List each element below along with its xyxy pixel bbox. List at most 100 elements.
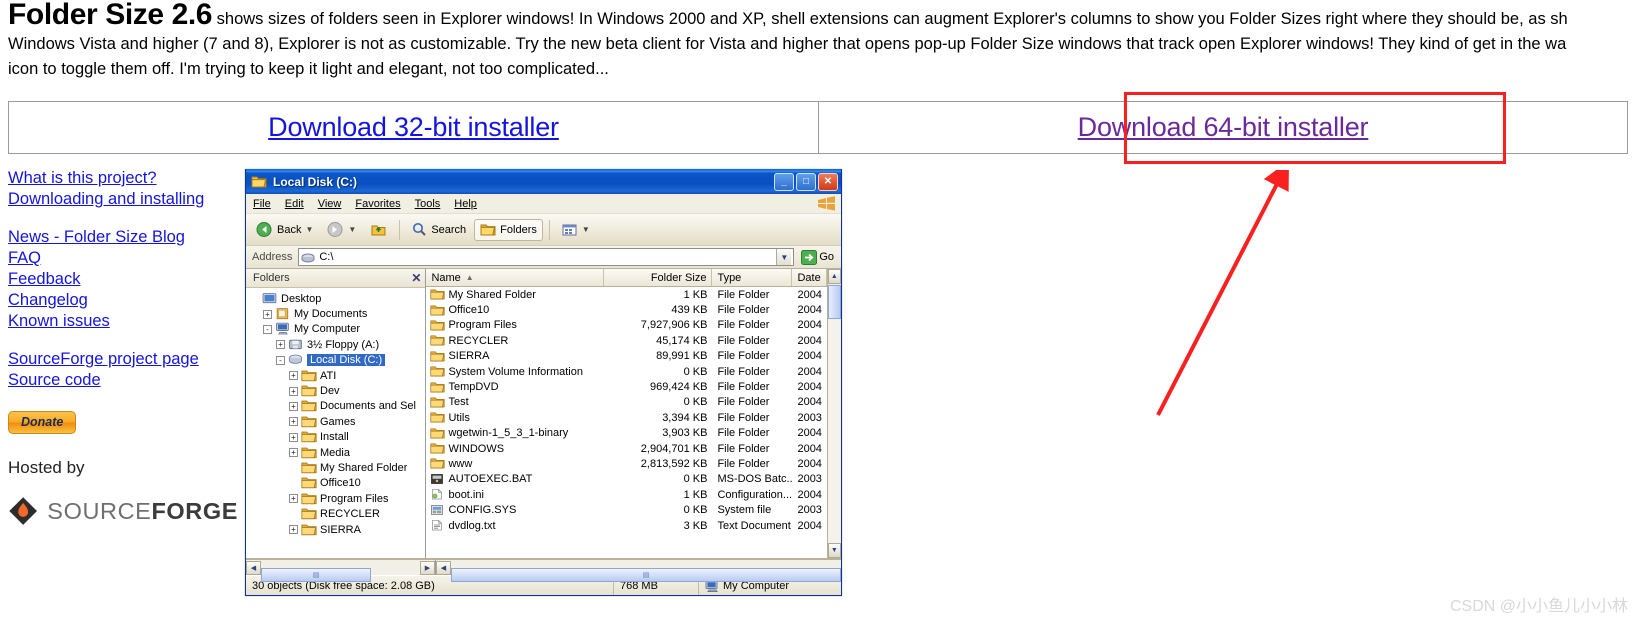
sidebar-link-news-blog[interactable]: News - Folder Size Blog [8,227,238,248]
sidebar-link-faq[interactable]: FAQ [8,248,238,269]
tree-expand-icon[interactable]: + [289,386,298,396]
file-date-cell: 2004 [797,304,822,317]
file-scroll-left-icon[interactable]: ◀ [436,560,451,575]
file-list-row[interactable]: System Volume Information 0 KB File Folder… [426,364,826,379]
tree-node[interactable]: + Install [250,430,425,445]
file-list-row[interactable]: Utils 3,394 KB File Folder 2003 [426,410,826,425]
file-list-row[interactable]: SIERRA 89,991 KB File Folder 2004 [426,349,826,364]
sidebar-link-what-is-this-project[interactable]: What is this project? [8,168,238,189]
tree-node[interactable]: My Shared Folder [250,460,425,475]
menu-item-favorites[interactable]: Favorites [355,198,400,210]
tree-scroll-right-icon[interactable]: ▶ [420,560,435,575]
column-header-date[interactable]: Date [792,269,827,286]
tree-horizontal-scrollbar[interactable]: ◀ ▤ ▶ [246,559,436,582]
tree-node[interactable]: RECYCLER [250,506,425,521]
tree-expand-icon[interactable]: + [289,494,298,504]
column-header-name[interactable]: Name ▲ [426,269,605,286]
sidebar-link-known-issues[interactable]: Known issues [8,311,238,332]
tree-expand-icon[interactable]: + [289,371,298,381]
tree-node[interactable]: + My Documents [250,306,425,321]
address-chevron-down-icon[interactable]: ▼ [776,249,792,265]
file-list-row[interactable]: RECYCLER 45,174 KB File Folder 2004 [426,333,826,348]
address-input[interactable]: C:\ ▼ [298,248,795,266]
download-32bit-link[interactable]: Download 32-bit installer [268,112,559,143]
tree-node[interactable]: - My Computer [250,322,425,337]
file-list-row[interactable]: boot.ini 1 KB Configuration... 2004 [426,487,826,502]
menu-item-tools[interactable]: Tools [415,198,441,210]
back-button[interactable]: Back ▼ [250,218,319,241]
file-horizontal-scrollbar[interactable]: ◀ ▤ [436,559,841,582]
sidebar-link-sourceforge-project[interactable]: SourceForge project page [8,349,238,370]
sidebar-link-feedback[interactable]: Feedback [8,269,238,290]
menu-item-file[interactable]: File [253,198,271,210]
views-chevron-down-icon[interactable]: ▼ [582,225,590,234]
file-list-row[interactable]: www 2,813,592 KB File Folder 2004 [426,456,826,471]
tree-node[interactable]: Office10 [250,476,425,491]
tree-expand-icon[interactable]: + [289,448,298,458]
search-button[interactable]: Search [406,218,472,241]
folders-pane-close-icon[interactable]: ✕ [411,271,421,285]
tree-node[interactable]: + Dev [250,383,425,398]
file-list-row[interactable]: TempDVD 969,424 KB File Folder 2004 [426,379,826,394]
tree-hscroll-thumb[interactable]: ▤ [261,567,371,582]
file-list-vertical-scrollbar[interactable]: ▲ ▼ [826,269,841,558]
file-list-row[interactable]: AUTOEXEC.BAT 0 KB MS-DOS Batc... 2003 [426,472,826,487]
tree-node[interactable]: - Local Disk (C:) [250,353,425,368]
minimize-button[interactable]: _ [774,172,794,191]
file-list-row[interactable]: wgetwin-1_5_3_1-binary 3,903 KB File Folde… [426,426,826,441]
menu-item-edit[interactable]: Edit [285,198,304,210]
views-button[interactable]: ▼ [556,219,596,241]
tree-collapse-icon[interactable]: - [263,324,272,334]
folders-button[interactable]: Folders [474,218,543,241]
tree-scroll-left-icon[interactable]: ◀ [246,560,261,575]
sourceforge-logo[interactable]: SOURCEFORGE [8,494,238,528]
tree-expand-icon[interactable]: + [276,340,285,350]
file-list-row[interactable]: My Shared Folder 1 KB File Folder 2004 [426,287,826,302]
download-32bit-cell[interactable]: Download 32-bit installer [8,101,818,154]
file-list-row[interactable]: CONFIG.SYS 0 KB System file 2003 [426,502,826,517]
forward-button[interactable]: ▼ [321,218,362,241]
file-list-row[interactable]: Test 0 KB File Folder 2004 [426,395,826,410]
file-list-row[interactable]: WINDOWS 2,904,701 KB File Folder 2004 [426,441,826,456]
scroll-down-icon[interactable]: ▼ [827,543,841,558]
tree-node[interactable]: + ATI [250,368,425,383]
tree-node[interactable]: + Games [250,414,425,429]
download-64bit-cell[interactable]: Download 64-bit installer [818,101,1628,154]
column-header-type[interactable]: Type [712,269,793,286]
close-button[interactable]: ✕ [818,172,838,191]
tree-node[interactable]: + SIERRA [250,522,425,537]
menu-item-help[interactable]: Help [454,198,477,210]
sidebar-link-changelog[interactable]: Changelog [8,290,238,311]
donate-button[interactable]: Donate [8,411,77,434]
go-button[interactable]: Go [797,249,838,266]
file-list-row[interactable]: Program Files 7,927,906 KB File Folder 2004 [426,318,826,333]
menu-item-view[interactable]: View [318,198,342,210]
tree-node[interactable]: + Documents and Sel [250,399,425,414]
up-button[interactable] [364,218,393,241]
file-hscroll-thumb[interactable]: ▤ [451,567,841,582]
tree-expand-icon[interactable]: + [289,401,298,411]
tree-node[interactable]: Desktop [250,291,425,306]
tree-node[interactable]: + Media [250,445,425,460]
file-list-row[interactable]: dvdlog.txt 3 KB Text Document 2004 [426,518,826,533]
sidebar-link-downloading-and-installing[interactable]: Downloading and installing [8,189,238,210]
download-64bit-link[interactable]: Download 64-bit installer [1078,112,1369,143]
tree-node[interactable]: +3½ Floppy (A:) [250,337,425,352]
tree-expand-icon[interactable]: + [289,525,298,535]
tree-collapse-icon[interactable]: - [276,355,285,365]
sidebar-link-source-code[interactable]: Source code [8,370,238,391]
back-chevron-down-icon[interactable]: ▼ [305,225,313,234]
explorer-window: Local Disk (C:) _ □ ✕ File Edit View Fav… [245,169,842,596]
file-list-row[interactable]: Office10 439 KB File Folder 2004 [426,302,826,317]
tree-expand-icon[interactable]: + [289,417,298,427]
tree-node[interactable]: + Program Files [250,491,425,506]
tree-expand-icon[interactable]: + [289,432,298,442]
vertical-scroll-thumb[interactable] [827,285,841,319]
vertical-scroll-track[interactable] [827,320,841,543]
tree-expand-icon[interactable]: + [263,309,272,319]
scroll-up-icon[interactable]: ▲ [827,269,841,284]
column-header-folder-size[interactable]: Folder Size [604,269,713,286]
maximize-button[interactable]: □ [796,172,816,191]
explorer-title-bar[interactable]: Local Disk (C:) _ □ ✕ [246,169,841,194]
